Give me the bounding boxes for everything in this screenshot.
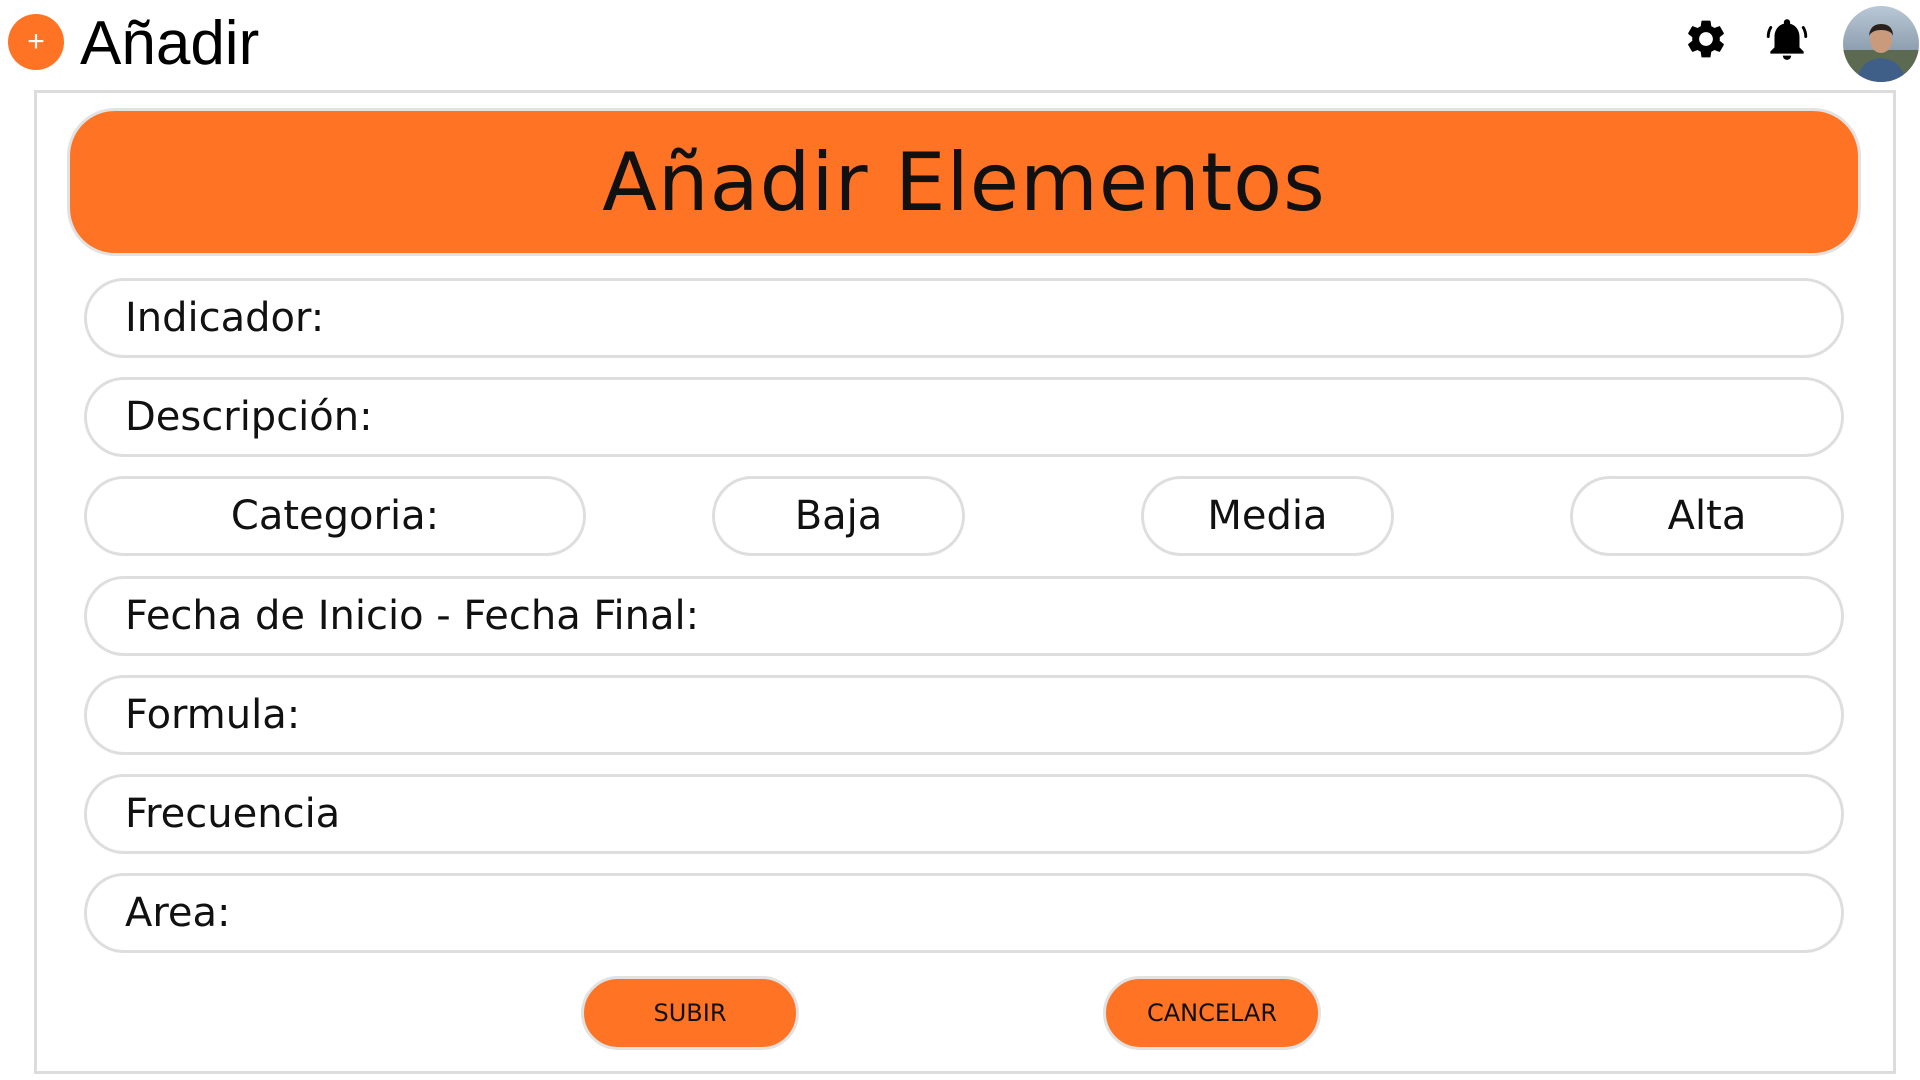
submit-button[interactable]: SUBIR xyxy=(581,976,799,1050)
categoria-label: Categoria: xyxy=(230,493,440,539)
notification-bell-icon[interactable] xyxy=(1762,14,1812,64)
form-header: Añadir Elementos xyxy=(67,108,1861,256)
option-label: Alta xyxy=(1667,493,1747,539)
option-label: Baja xyxy=(794,493,883,539)
page-title: Añadir xyxy=(80,9,260,78)
settings-gear-icon[interactable] xyxy=(1683,16,1729,62)
avatar-photo xyxy=(1843,6,1919,82)
formula-field[interactable]: Formula: xyxy=(84,675,1844,755)
indicador-field[interactable]: Indicador: xyxy=(84,278,1844,358)
descripcion-field[interactable]: Descripción: xyxy=(84,377,1844,457)
cancel-button[interactable]: CANCELAR xyxy=(1103,976,1321,1050)
fechas-field[interactable]: Fecha de Inicio - Fecha Final: xyxy=(84,576,1844,656)
categoria-option-media[interactable]: Media xyxy=(1141,476,1394,556)
frecuencia-label: Frecuencia xyxy=(125,791,341,837)
form-title: Añadir Elementos xyxy=(602,135,1326,229)
frecuencia-field[interactable]: Frecuencia xyxy=(84,774,1844,854)
option-label: Media xyxy=(1207,493,1328,539)
descripcion-label: Descripción: xyxy=(125,394,373,440)
user-avatar[interactable] xyxy=(1843,6,1919,82)
categoria-option-alta[interactable]: Alta xyxy=(1570,476,1844,556)
area-field[interactable]: Area: xyxy=(84,873,1844,953)
top-bar: + Añadir xyxy=(0,0,1920,90)
add-icon[interactable]: + xyxy=(8,14,64,70)
categoria-field[interactable]: Categoria: xyxy=(84,476,586,556)
fechas-label: Fecha de Inicio - Fecha Final: xyxy=(125,593,700,639)
categoria-option-baja[interactable]: Baja xyxy=(712,476,965,556)
formula-label: Formula: xyxy=(125,692,301,738)
indicador-label: Indicador: xyxy=(125,295,325,341)
area-label: Area: xyxy=(125,890,231,936)
